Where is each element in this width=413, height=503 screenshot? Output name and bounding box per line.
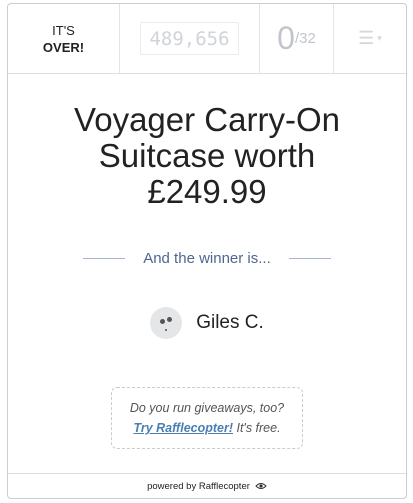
widget-topbar: IT'S OVER! 489,656 0/32 ☰ ▾ bbox=[8, 4, 406, 74]
options-menu-button[interactable]: ☰ ▾ bbox=[334, 4, 406, 73]
winner-heading: And the winner is... bbox=[8, 250, 406, 267]
menu-icon: ☰ bbox=[358, 28, 375, 48]
winner-name: Giles C. bbox=[196, 312, 264, 333]
prize-line2: Suitcase worth bbox=[98, 137, 316, 174]
giveaway-widget: IT'S OVER! 489,656 0/32 ☰ ▾ Voyager Carry… bbox=[7, 3, 407, 499]
total-entries-count: 489,656 bbox=[140, 22, 239, 55]
promo-box: Do you run giveaways, too? Try Rafflecop… bbox=[111, 387, 303, 449]
user-entries-max: /32 bbox=[294, 30, 316, 47]
powered-by-footer[interactable]: powered by Rafflecopter bbox=[8, 473, 406, 498]
chevron-down-icon: ▾ bbox=[377, 33, 382, 43]
promo-suffix: It's free. bbox=[233, 421, 281, 435]
promo-question: Do you run giveaways, too? bbox=[129, 401, 285, 415]
winner-entry: Giles C. bbox=[8, 307, 406, 339]
eye-logo-icon bbox=[255, 483, 267, 489]
status-panel: IT'S OVER! bbox=[8, 4, 120, 73]
divider-left bbox=[83, 258, 126, 259]
divider-right bbox=[288, 258, 331, 259]
winner-heading-text: And the winner is... bbox=[143, 250, 271, 267]
user-entries-panel: 0/32 bbox=[260, 4, 334, 73]
total-entries-panel: 489,656 bbox=[120, 4, 260, 73]
prize-title: Voyager Carry-On Suitcase worth £249.99 bbox=[8, 102, 406, 210]
try-rafflecopter-link[interactable]: Try Rafflecopter! bbox=[133, 421, 233, 435]
prize-line3: £249.99 bbox=[147, 173, 267, 210]
user-entries-count: 0 bbox=[277, 20, 295, 56]
status-line1: IT'S bbox=[52, 22, 75, 38]
footer-text: powered by Rafflecopter bbox=[147, 480, 250, 492]
prize-line1: Voyager Carry-On bbox=[74, 101, 340, 138]
default-avatar-icon bbox=[150, 307, 183, 339]
status-line2: OVER! bbox=[42, 39, 85, 55]
